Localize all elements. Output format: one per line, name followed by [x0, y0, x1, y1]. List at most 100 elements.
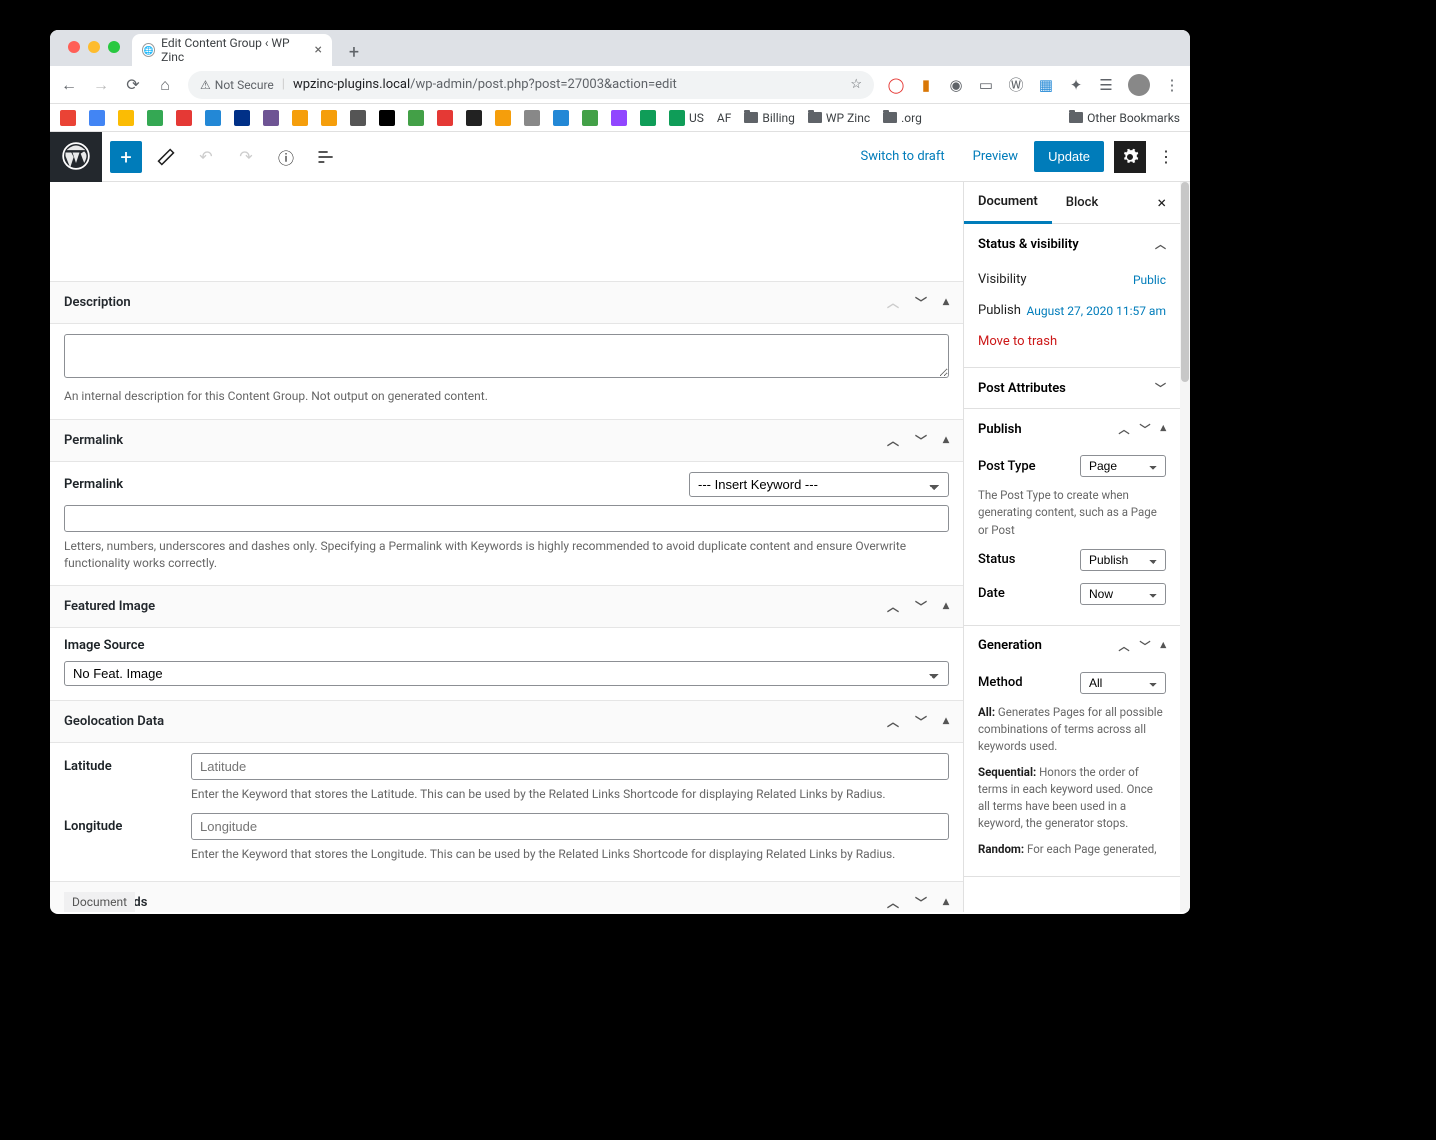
section-header[interactable]: Post Attributes ﹀: [964, 368, 1180, 408]
browser-tab[interactable]: 🌐 Edit Content Group ‹ WP Zinc ×: [132, 34, 332, 66]
move-up-icon[interactable]: ︿: [887, 894, 899, 911]
add-block-button[interactable]: +: [110, 141, 142, 173]
help-text: Enter the Keyword that stores the Latitu…: [191, 786, 949, 803]
profile-avatar[interactable]: [1128, 74, 1150, 96]
settings-button[interactable]: [1114, 141, 1146, 173]
custom-fields-panel: Custom Fields ︿ ﹀ ▴: [50, 881, 963, 912]
bookmark-item[interactable]: [611, 110, 627, 126]
update-button[interactable]: Update: [1034, 141, 1104, 172]
home-button[interactable]: ⌂: [156, 75, 174, 95]
bookmark-item[interactable]: [379, 110, 395, 126]
move-down-icon[interactable]: ﹀: [915, 713, 927, 730]
move-down-icon[interactable]: ﹀: [915, 598, 927, 615]
bookmark-folder[interactable]: .org: [883, 111, 922, 125]
bookmark-item[interactable]: [89, 110, 105, 126]
reading-list-icon[interactable]: ☰: [1098, 77, 1114, 93]
bookmark-item[interactable]: [176, 110, 192, 126]
bookmark-item[interactable]: [553, 110, 569, 126]
tab-block[interactable]: Block: [1052, 183, 1112, 222]
info-button[interactable]: ⓘ: [270, 141, 302, 173]
move-up-icon[interactable]: ︿: [887, 713, 899, 730]
longitude-input[interactable]: [191, 813, 949, 840]
bookmark-item[interactable]: [495, 110, 511, 126]
tab-document[interactable]: Document: [964, 182, 1052, 224]
bookmark-item[interactable]: [263, 110, 279, 126]
section-header[interactable]: Status & visibility ︿: [964, 224, 1180, 264]
new-tab-button[interactable]: +: [340, 38, 368, 66]
collapse-icon[interactable]: ▴: [943, 894, 949, 911]
bookmark-item[interactable]: [437, 110, 453, 126]
close-window-icon[interactable]: [68, 41, 80, 53]
more-options-button[interactable]: ⋮: [1150, 141, 1182, 173]
status-select[interactable]: Publish: [1080, 549, 1166, 571]
move-down-icon[interactable]: ﹀: [915, 294, 927, 311]
publish-date-value[interactable]: August 27, 2020 11:57 am: [1026, 304, 1166, 318]
bookmark-item[interactable]: [350, 110, 366, 126]
other-bookmarks-folder[interactable]: Other Bookmarks: [1069, 111, 1180, 125]
section-header[interactable]: Publish ︿﹀▴: [964, 409, 1180, 449]
bookmark-item[interactable]: [524, 110, 540, 126]
redo-button[interactable]: ↷: [230, 141, 262, 173]
help-text: The Post Type to create when generating …: [978, 483, 1166, 543]
bookmark-item[interactable]: [408, 110, 424, 126]
section-header[interactable]: Generation ︿﹀▴: [964, 626, 1180, 666]
bookmark-item[interactable]: AF: [717, 111, 731, 125]
bookmark-item[interactable]: [234, 110, 250, 126]
bookmark-item[interactable]: [321, 110, 337, 126]
switch-to-draft-button[interactable]: Switch to draft: [848, 141, 956, 172]
bookmark-item[interactable]: [205, 110, 221, 126]
move-down-icon[interactable]: ﹀: [915, 894, 927, 911]
method-select[interactable]: All: [1080, 672, 1166, 694]
ext-icon[interactable]: ◉: [948, 77, 964, 93]
collapse-icon[interactable]: ▴: [943, 432, 949, 449]
permalink-input[interactable]: [64, 505, 949, 532]
close-tab-icon[interactable]: ×: [315, 42, 322, 58]
scrollbar[interactable]: [1180, 182, 1190, 912]
preview-button[interactable]: Preview: [961, 141, 1030, 172]
move-up-icon[interactable]: ︿: [887, 294, 899, 311]
star-icon[interactable]: ☆: [850, 77, 862, 92]
move-up-icon[interactable]: ︿: [887, 598, 899, 615]
insert-keyword-select[interactable]: --- Insert Keyword ---: [689, 472, 949, 497]
geolocation-panel: Geolocation Data ︿ ﹀ ▴ Latitude Ent: [50, 700, 963, 882]
description-textarea[interactable]: [64, 334, 949, 378]
move-to-trash-button[interactable]: Move to trash: [978, 326, 1166, 353]
reload-button[interactable]: ⟳: [124, 75, 142, 94]
edit-mode-icon[interactable]: [150, 141, 182, 173]
outline-button[interactable]: [310, 141, 342, 173]
visibility-value[interactable]: Public: [1133, 273, 1166, 287]
undo-button[interactable]: ↶: [190, 141, 222, 173]
post-type-select[interactable]: Page: [1080, 455, 1166, 477]
bookmark-item[interactable]: [292, 110, 308, 126]
bookmark-item[interactable]: [60, 110, 76, 126]
ext-icon[interactable]: ▦: [1038, 77, 1054, 93]
close-sidebar-button[interactable]: ×: [1143, 193, 1180, 212]
collapse-icon[interactable]: ▴: [943, 294, 949, 311]
minimize-window-icon[interactable]: [88, 41, 100, 53]
image-source-select[interactable]: No Feat. Image: [64, 661, 949, 686]
extensions-icon[interactable]: ✦: [1068, 77, 1084, 93]
ext-icon[interactable]: Ⓦ: [1008, 77, 1024, 93]
latitude-input[interactable]: [191, 753, 949, 780]
move-up-icon[interactable]: ︿: [887, 432, 899, 449]
bookmark-item[interactable]: [147, 110, 163, 126]
move-down-icon[interactable]: ﹀: [915, 432, 927, 449]
bookmark-item[interactable]: [582, 110, 598, 126]
back-button[interactable]: ←: [60, 75, 78, 95]
collapse-icon[interactable]: ▴: [943, 713, 949, 730]
date-select[interactable]: Now: [1080, 583, 1166, 605]
bookmark-item[interactable]: [466, 110, 482, 126]
browser-menu-icon[interactable]: ⋮: [1164, 77, 1180, 93]
ext-icon[interactable]: ▭: [978, 77, 994, 93]
scrollbar-thumb[interactable]: [1181, 182, 1189, 382]
ext-icon[interactable]: ▮: [918, 77, 934, 93]
bookmark-folder[interactable]: Billing: [744, 111, 795, 125]
ext-icon[interactable]: ◯: [888, 77, 904, 93]
bookmark-item[interactable]: [640, 110, 656, 126]
bookmark-folder[interactable]: WP Zinc: [808, 111, 870, 125]
bookmark-item[interactable]: US: [669, 110, 704, 126]
bookmark-item[interactable]: [118, 110, 134, 126]
url-bar[interactable]: ⚠ Not Secure | wpzinc-plugins.local/wp-a…: [188, 71, 874, 99]
collapse-icon[interactable]: ▴: [943, 598, 949, 615]
maximize-window-icon[interactable]: [108, 41, 120, 53]
